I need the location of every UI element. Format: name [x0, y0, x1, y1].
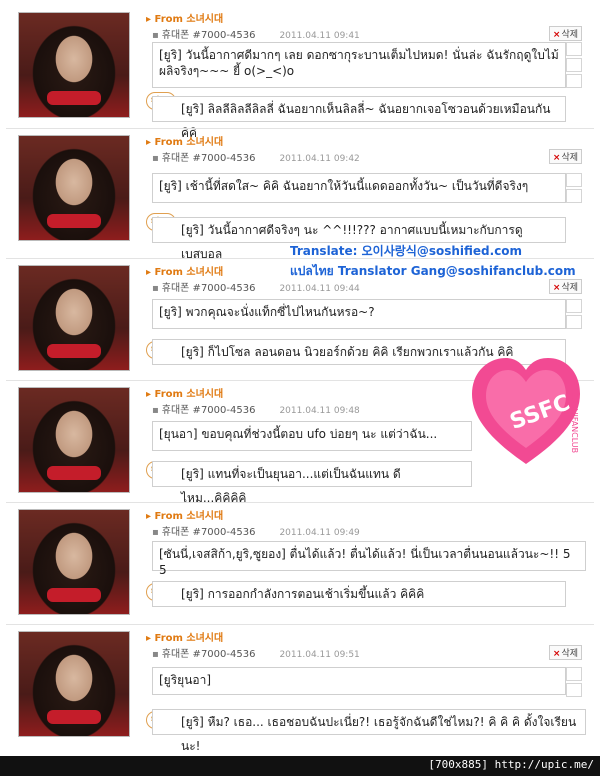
- post-meta: ▪ 휴대폰 #7000-4536 2011.04.11 09:42: [152, 149, 360, 164]
- side-controls: [566, 299, 582, 331]
- delete-button[interactable]: ×삭제: [548, 26, 582, 41]
- post-meta: ▪ 휴대폰 #7000-4536 2011.04.11 09:44: [152, 279, 360, 294]
- post-from-label: From 소녀시대: [154, 633, 224, 644]
- side-box[interactable]: [566, 42, 582, 56]
- delete-button[interactable]: ×삭제: [548, 645, 582, 660]
- side-box[interactable]: [566, 315, 582, 329]
- reply-bubble: [ยูริ] แทนที่จะเป็นยุนอา...แต่เป็นฉันแทน…: [152, 461, 472, 505]
- close-icon: ×: [552, 649, 561, 659]
- avatar: [18, 387, 130, 493]
- soshifanclub-logo: SSFC SOSHIFANCLUB: [468, 352, 586, 476]
- side-box[interactable]: [566, 189, 582, 203]
- post-from-label: From 소녀시대: [154, 389, 224, 400]
- post-item: ▸ From 소녀시대 ▪ 휴대폰 #7000-4536 2011.04.11 09…: [6, 6, 594, 140]
- message-text: [ยุนอา] ขอบคุณที่ช่วงนี้ตอบ ufo บ่อยๆ นะ…: [159, 427, 438, 441]
- post-date: 2011.04.11 09:51: [279, 650, 360, 660]
- post-from: ▸ From 소녀시대: [146, 267, 224, 278]
- message-bubble: [ยูริ] พวกคุณจะนั่งแท็กซี่ไปไหนกันหรอ~?: [152, 299, 566, 329]
- post-from-label: From 소녀시대: [154, 267, 224, 278]
- avatar: [18, 631, 130, 737]
- avatar: [18, 509, 130, 615]
- post-from: ▸ From 소녀시대: [146, 137, 224, 148]
- message-bubble: [ยุนอา] ขอบคุณที่ช่วงนี้ตอบ ufo บ่อยๆ นะ…: [152, 421, 472, 451]
- side-box[interactable]: [566, 667, 582, 681]
- post-from-label: From 소녀시대: [154, 14, 224, 25]
- side-box[interactable]: [566, 683, 582, 697]
- post-date: 2011.04.11 09:44: [279, 284, 360, 294]
- post-user: 휴대폰 #7000-4536: [161, 649, 256, 660]
- reply-bubble: [ยูริ] วันนี้อากาศดีจริงๆ นะ ^^!!!??? อา…: [152, 217, 566, 261]
- avatar: [18, 265, 130, 371]
- post-date: 2011.04.11 09:42: [279, 154, 360, 164]
- pin-icon: ▪: [152, 153, 159, 164]
- delete-button[interactable]: ×삭제: [548, 149, 582, 164]
- post-item: ▸ From 소녀시대 ▪ 휴대폰 #7000-4536 2011.04.11 09…: [6, 128, 594, 261]
- reply-text: [ยูริ] การออกกำลังการตอนเช้าเริ่มขึ้นแล้…: [181, 587, 425, 601]
- post-from: ▸ From 소녀시대: [146, 511, 224, 522]
- delete-label: 삭제: [561, 30, 578, 40]
- reply-text: [ยูริ] ก็ไปโซล ลอนดอน นิวยอร์กด้วย คิคิ …: [181, 345, 514, 359]
- translate-credit: Translate: 오이사랑식@soshified.com: [290, 244, 523, 258]
- side-controls: [566, 173, 582, 205]
- side-box[interactable]: [566, 58, 582, 72]
- side-box[interactable]: [566, 74, 582, 88]
- footer-text: [700x885] http://upic.me/: [428, 758, 594, 771]
- message-text: [ยูริ] เช้านี้ที่สดใส~ คิคิ ฉันอยากให้วั…: [159, 179, 529, 193]
- reply-text: [ยูริ] แทนที่จะเป็นยุนอา...แต่เป็นฉันแทน…: [181, 467, 401, 505]
- post-from: ▸ From 소녀시대: [146, 14, 224, 25]
- svg-text:SOSHIFANCLUB: SOSHIFANCLUB: [570, 392, 579, 453]
- post-from-label: From 소녀시대: [154, 511, 224, 522]
- pin-icon: ▪: [152, 527, 159, 538]
- reply-text: [ยูริ] หืม? เธอ... เธอชอบฉันปะเนี่ย?! เธ…: [181, 715, 577, 753]
- post-from: ▸ From 소녀시대: [146, 633, 224, 644]
- post-user: 휴대폰 #7000-4536: [161, 405, 256, 416]
- close-icon: ×: [552, 153, 561, 163]
- pin-icon: ▪: [152, 405, 159, 416]
- post-from: ▸ From 소녀시대: [146, 389, 224, 400]
- pin-icon: ▪: [152, 649, 159, 660]
- message-bubble: [ซันนี่,เจสสิก้า,ยูริ,ซูยอง] ตื่นได้แล้ว…: [152, 541, 586, 577]
- avatar: [18, 135, 130, 241]
- pin-icon: ▪: [152, 30, 159, 41]
- post-from-label: From 소녀시대: [154, 137, 224, 148]
- post-date: 2011.04.11 09:48: [279, 406, 360, 416]
- post-date: 2011.04.11 09:49: [279, 528, 360, 538]
- message-text: [ยูริ] วันนี้อากาศดีมากๆ เลย ดอกซากุระบา…: [159, 48, 559, 78]
- delete-button[interactable]: ×삭제: [548, 279, 582, 294]
- avatar: [18, 12, 130, 118]
- delete-label: 삭제: [561, 153, 578, 163]
- post-user: 휴대폰 #7000-4536: [161, 527, 256, 538]
- footer-bar: [700x885] http://upic.me/: [0, 756, 600, 776]
- side-controls: [566, 667, 582, 699]
- side-box[interactable]: [566, 299, 582, 313]
- message-bubble: [ยูริยุนอา]: [152, 667, 566, 695]
- close-icon: ×: [552, 283, 561, 293]
- translator-credit: แปลไทย Translator Gang@soshifanclub.com: [290, 264, 576, 278]
- message-text: [ซันนี่,เจสสิก้า,ยูริ,ซูยอง] ตื่นได้แล้ว…: [159, 547, 571, 577]
- post-meta: ▪ 휴대폰 #7000-4536 2011.04.11 09:41: [152, 26, 360, 41]
- post-meta: ▪ 휴대폰 #7000-4536 2011.04.11 09:48: [152, 401, 360, 416]
- close-icon: ×: [552, 30, 561, 40]
- delete-label: 삭제: [561, 283, 578, 293]
- reply-bubble: [ยูริ] การออกกำลังการตอนเช้าเริ่มขึ้นแล้…: [152, 581, 566, 607]
- post-user: 휴대폰 #7000-4536: [161, 283, 256, 294]
- message-text: [ยูริยุนอา]: [159, 673, 212, 687]
- message-bubble: [ยูริ] วันนี้อากาศดีมากๆ เลย ดอกซากุระบา…: [152, 42, 566, 88]
- post-item: ▸ From 소녀시대 ▪ 휴대폰 #7000-4536 2011.04.11 09…: [6, 624, 594, 753]
- post-date: 2011.04.11 09:41: [279, 31, 360, 41]
- delete-label: 삭제: [561, 649, 578, 659]
- reply-bubble: [ยูริ] ลิลลีลิลลีลิลลี่ ฉันอยากเห็นลิลลี…: [152, 96, 566, 140]
- post-meta: ▪ 휴대폰 #7000-4536 2011.04.11 09:49: [152, 523, 360, 538]
- message-bubble: [ยูริ] เช้านี้ที่สดใส~ คิคิ ฉันอยากให้วั…: [152, 173, 566, 203]
- side-box[interactable]: [566, 173, 582, 187]
- post-user: 휴대폰 #7000-4536: [161, 30, 256, 41]
- post-item: ▸ From 소녀시대 ▪ 휴대폰 #7000-4536 2011.04.11 09…: [6, 502, 594, 617]
- post-meta: ▪ 휴대폰 #7000-4536 2011.04.11 09:51: [152, 645, 360, 660]
- message-text: [ยูริ] พวกคุณจะนั่งแท็กซี่ไปไหนกันหรอ~?: [159, 305, 375, 319]
- pin-icon: ▪: [152, 283, 159, 294]
- post-user: 휴대폰 #7000-4536: [161, 153, 256, 164]
- side-controls: [566, 42, 582, 90]
- reply-bubble: [ยูริ] หืม? เธอ... เธอชอบฉันปะเนี่ย?! เธ…: [152, 709, 586, 753]
